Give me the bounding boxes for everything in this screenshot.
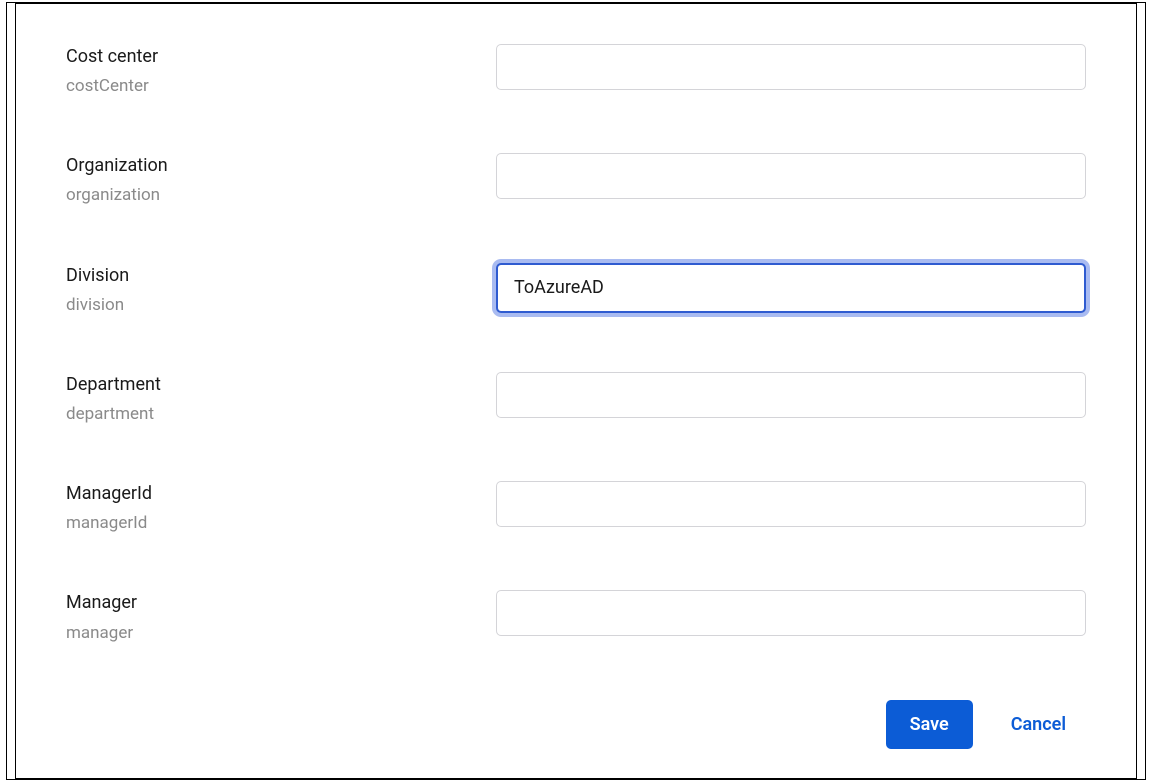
label-group: Organization organization (66, 153, 496, 206)
field-row-organization: Organization organization (66, 153, 1086, 206)
field-label: Cost center (66, 44, 496, 69)
label-group: ManagerId managerId (66, 481, 496, 534)
field-label: Manager (66, 590, 496, 615)
save-button[interactable]: Save (886, 700, 973, 749)
manager-id-input[interactable] (496, 481, 1086, 527)
window-frame: Cost center costCenter Organization orga… (6, 2, 1146, 780)
field-row-manager-id: ManagerId managerId (66, 481, 1086, 534)
label-group: Cost center costCenter (66, 44, 496, 97)
department-input[interactable] (496, 372, 1086, 418)
input-wrapper (496, 44, 1086, 90)
input-wrapper (496, 481, 1086, 527)
field-sublabel: division (66, 294, 496, 316)
field-label: Organization (66, 153, 496, 178)
field-row-division: Division division (66, 263, 1086, 316)
field-label: ManagerId (66, 481, 496, 506)
organization-input[interactable] (496, 153, 1086, 199)
field-sublabel: costCenter (66, 75, 496, 97)
field-row-cost-center: Cost center costCenter (66, 44, 1086, 97)
field-label: Division (66, 263, 496, 288)
field-sublabel: department (66, 403, 496, 425)
cost-center-input[interactable] (496, 44, 1086, 90)
division-input[interactable] (496, 263, 1086, 313)
manager-input[interactable] (496, 590, 1086, 636)
field-row-manager: Manager manager (66, 590, 1086, 643)
input-wrapper (496, 590, 1086, 636)
field-sublabel: manager (66, 622, 496, 644)
field-row-department: Department department (66, 372, 1086, 425)
input-wrapper (496, 153, 1086, 199)
cancel-button[interactable]: Cancel (1011, 714, 1066, 735)
form-panel: Cost center costCenter Organization orga… (15, 3, 1137, 779)
input-wrapper (496, 372, 1086, 418)
input-wrapper (496, 263, 1086, 313)
action-buttons: Save Cancel (66, 700, 1086, 749)
field-sublabel: organization (66, 184, 496, 206)
field-sublabel: managerId (66, 512, 496, 534)
label-group: Division division (66, 263, 496, 316)
label-group: Manager manager (66, 590, 496, 643)
label-group: Department department (66, 372, 496, 425)
field-label: Department (66, 372, 496, 397)
